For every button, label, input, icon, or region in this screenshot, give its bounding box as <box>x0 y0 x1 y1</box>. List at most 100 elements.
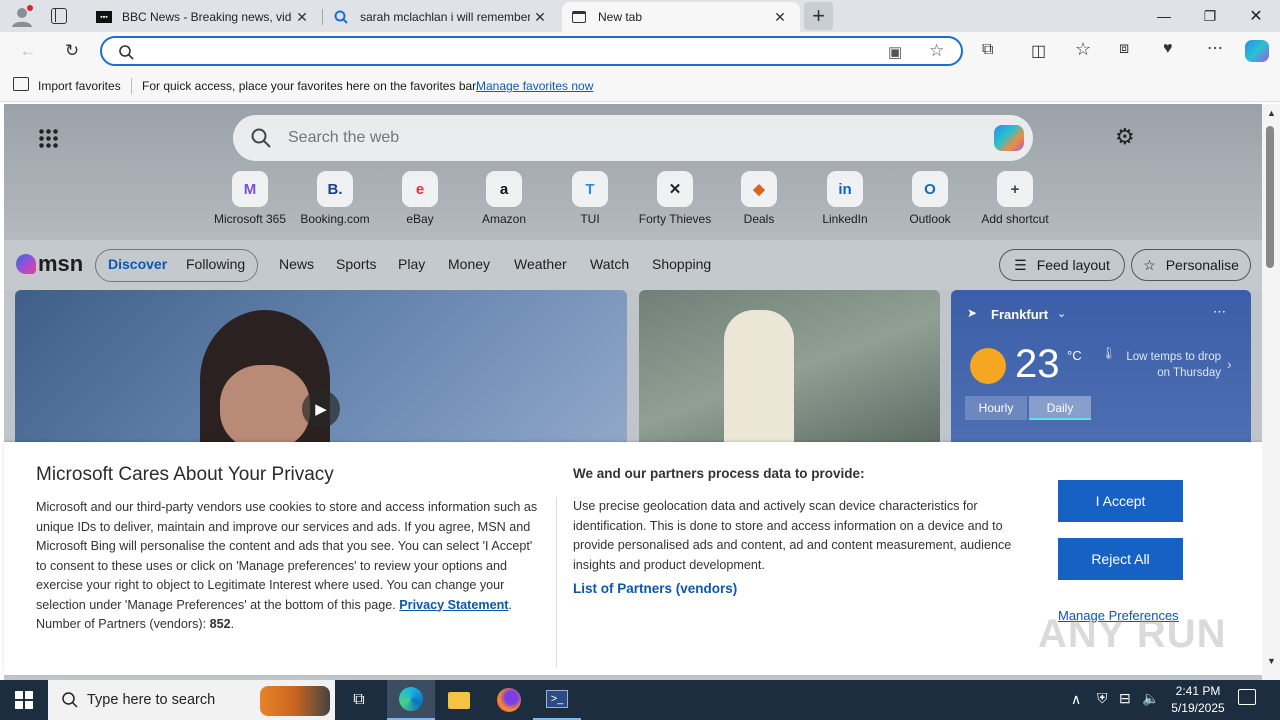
terminal-icon: >_ <box>546 690 568 708</box>
shortcut-booking-com[interactable]: B. Booking.com <box>293 168 377 226</box>
plus-icon: + <box>812 3 825 28</box>
back-button[interactable]: ← <box>13 36 43 66</box>
shortcut-label: TUI <box>580 212 600 226</box>
tab-bbc[interactable]: ▪▪▪ BBC News - Breaking news, video and … <box>86 2 322 32</box>
taskbar-search[interactable]: Type here to search <box>48 680 335 720</box>
scroll-down-icon[interactable]: ▼ <box>1267 656 1276 666</box>
partners-list-link[interactable]: List of Partners (vendors) <box>573 581 737 596</box>
nav-watch[interactable]: Watch <box>590 256 629 272</box>
profile-icon <box>12 5 33 27</box>
tab-discover[interactable]: Discover <box>108 256 167 272</box>
apps-launcher-icon[interactable] <box>38 128 58 148</box>
feed-layout-button[interactable]: ☰ Feed layout <box>999 249 1125 281</box>
address-input[interactable] <box>142 41 862 61</box>
shortcut-ebay[interactable]: e eBay <box>378 168 462 226</box>
firefox-button[interactable] <box>485 680 533 720</box>
scroll-up-icon[interactable]: ▲ <box>1267 108 1276 118</box>
tab-hourly[interactable]: Hourly <box>965 396 1027 420</box>
settings-gear-icon[interactable]: ⚙ <box>1115 124 1135 150</box>
favorites-icon[interactable]: ☆ <box>1075 39 1091 60</box>
shortcut-label: Microsoft 365 <box>213 212 287 226</box>
edge-taskbar-button[interactable] <box>387 680 435 720</box>
minimize-button[interactable]: — <box>1141 0 1187 32</box>
favorite-star-icon[interactable]: ☆ <box>929 41 944 61</box>
sun-icon <box>970 348 1006 384</box>
restore-button[interactable]: ❐ <box>1187 0 1233 32</box>
file-explorer-button[interactable] <box>435 680 483 720</box>
nav-shopping[interactable]: Shopping <box>652 256 711 272</box>
tab-daily[interactable]: Daily <box>1029 396 1091 420</box>
news-card-sport[interactable] <box>639 290 940 450</box>
chevron-down-icon[interactable]: ⌄ <box>1057 307 1066 320</box>
shortcut-linkedin[interactable]: in LinkedIn <box>803 168 887 226</box>
chevron-right-icon[interactable]: › <box>1227 356 1232 372</box>
weather-card[interactable]: ➤ Frankfurt ⌄ ⋯ 23 °C 🌡 Low temps to dro… <box>951 290 1251 450</box>
msn-logo[interactable]: msn <box>16 251 83 277</box>
tab-following[interactable]: Following <box>186 256 245 272</box>
new-tab-button[interactable]: + <box>804 2 833 30</box>
scroll-thumb[interactable] <box>1266 126 1274 268</box>
more-menu-icon[interactable]: ⋯ <box>1207 38 1223 58</box>
clock-date[interactable]: 5/19/2025 <box>1166 701 1230 715</box>
close-icon[interactable]: ✕ <box>770 9 790 26</box>
copilot-icon[interactable] <box>1245 40 1269 62</box>
network-icon[interactable]: ⊟ <box>1119 690 1131 707</box>
defender-icon[interactable]: ⛨ <box>1097 690 1108 707</box>
tab-actions-icon[interactable] <box>51 8 67 24</box>
search-icon <box>251 128 271 148</box>
task-view-button[interactable]: ⧉ <box>335 680 383 720</box>
nav-weather[interactable]: Weather <box>514 256 567 272</box>
copilot-icon[interactable] <box>994 125 1024 151</box>
reject-all-button[interactable]: Reject All <box>1058 538 1183 580</box>
tab-search[interactable]: sarah mclachlan i will remember you ✕ <box>324 2 560 32</box>
shortcut-tui[interactable]: T TUI <box>548 168 632 226</box>
page-scrollbar[interactable]: ▲ ▼ <box>1262 104 1280 680</box>
more-options-icon[interactable]: ⋯ <box>1213 304 1226 320</box>
import-favorites-button[interactable]: Import favorites <box>38 79 121 93</box>
volume-icon[interactable]: 🔈 <box>1142 690 1159 707</box>
news-card-video[interactable]: ▶ <box>15 290 627 450</box>
nav-play[interactable]: Play <box>398 256 425 272</box>
shortcut-microsoft-365[interactable]: M Microsoft 365 <box>208 168 292 226</box>
msn-butterfly-icon <box>16 254 36 274</box>
chevron-up-icon[interactable]: ∧ <box>1071 691 1081 708</box>
close-icon[interactable]: ✕ <box>530 9 550 26</box>
privacy-statement-link[interactable]: Privacy Statement <box>399 598 508 612</box>
shortcut-amazon[interactable]: a Amazon <box>462 168 546 226</box>
split-screen-icon[interactable]: ◫ <box>1031 41 1046 61</box>
play-icon[interactable]: ▶ <box>302 390 340 428</box>
shortcut-icon: ◆ <box>741 171 777 207</box>
performance-icon[interactable]: ♥ <box>1163 40 1173 58</box>
shortcut-add-shortcut[interactable]: + Add shortcut <box>973 168 1057 226</box>
personalise-button[interactable]: ☆ Personalise <box>1131 249 1251 281</box>
immersive-reader-icon[interactable]: ▣ <box>888 43 902 61</box>
clock-time[interactable]: 2:41 PM <box>1173 684 1223 698</box>
profile-avatar[interactable] <box>10 5 34 27</box>
start-button[interactable] <box>0 680 48 720</box>
firefox-icon <box>497 688 521 712</box>
weather-city[interactable]: Frankfurt <box>991 307 1048 322</box>
tab-title: New tab <box>598 10 643 24</box>
accept-button[interactable]: I Accept <box>1058 480 1183 522</box>
partners-label: Number of Partners (vendors): <box>36 617 207 631</box>
tab-new[interactable]: New tab ✕ <box>562 2 800 32</box>
close-window-button[interactable]: ✕ <box>1233 0 1279 32</box>
shortcut-icon: e <box>402 171 438 207</box>
shortcut-deals[interactable]: ◆ Deals <box>717 168 801 226</box>
powershell-button[interactable]: >_ <box>533 680 581 720</box>
web-search-box[interactable] <box>233 115 1033 161</box>
shortcut-forty-thieves[interactable]: ✕ Forty Thieves <box>633 168 717 226</box>
collections-icon[interactable]: ⧈ <box>1119 40 1129 58</box>
right-title: We and our partners process data to prov… <box>573 466 865 481</box>
address-bar[interactable]: ▣ ☆ <box>100 36 963 66</box>
nav-sports[interactable]: Sports <box>336 256 376 272</box>
nav-news[interactable]: News <box>279 256 314 272</box>
shortcut-outlook[interactable]: O Outlook <box>888 168 972 226</box>
manage-favorites-link[interactable]: Manage favorites now <box>476 79 593 93</box>
web-search-input[interactable] <box>288 127 938 149</box>
close-icon[interactable]: ✕ <box>292 9 312 26</box>
nav-money[interactable]: Money <box>448 256 490 272</box>
notification-icon[interactable] <box>1238 689 1256 705</box>
refresh-button[interactable]: ↻ <box>57 36 87 66</box>
extensions-icon[interactable]: ⧉ <box>982 41 993 59</box>
